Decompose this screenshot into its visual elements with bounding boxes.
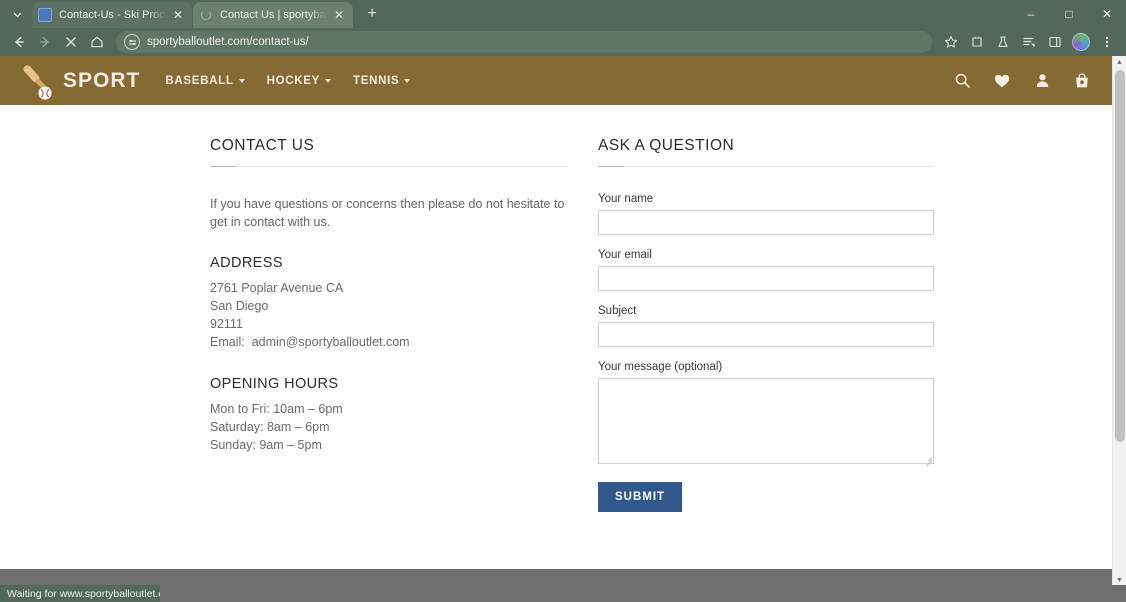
profile-avatar[interactable] — [1068, 29, 1094, 55]
scroll-up-arrow-icon[interactable]: ▲ — [1113, 56, 1126, 69]
tab-contact-us-sportyballoutlet[interactable]: Contact Us | sportyballoutlet.co ✕ — [193, 2, 353, 28]
tune-icon[interactable] — [124, 34, 140, 50]
reading-list-icon[interactable] — [1016, 29, 1042, 55]
email-line: Email: admin@sportyballoutlet.com — [210, 334, 568, 352]
submit-button[interactable]: SUBMIT — [598, 482, 683, 512]
contact-form: Your name Your email Subject Your messag… — [598, 193, 934, 512]
contact-info-column: CONTACT US If you have questions or conc… — [210, 137, 568, 512]
subject-field-label: Subject — [598, 305, 637, 317]
name-input[interactable] — [598, 210, 934, 235]
field-group-message: Your message (optional) — [598, 361, 934, 467]
browser-toolbar: sportyballoutlet.com/contact-us/ — [0, 28, 1126, 56]
search-icon[interactable] — [948, 67, 976, 95]
maximize-button[interactable]: □ — [1050, 0, 1088, 28]
title-divider — [210, 166, 568, 167]
field-group-subject: Subject — [598, 305, 934, 347]
url-text: sportyballoutlet.com/contact-us/ — [147, 36, 309, 48]
window-controls: – □ ✕ — [1012, 0, 1126, 28]
bookmark-star-icon[interactable] — [938, 29, 964, 55]
scrollbar-thumb[interactable] — [1115, 70, 1125, 442]
page-content: CONTACT US If you have questions or conc… — [0, 105, 1112, 512]
email-label: Email: — [210, 334, 245, 349]
opening-hours-heading: OPENING HOURS — [210, 375, 339, 392]
message-field-label: Your message (optional) — [598, 361, 723, 373]
subject-input[interactable] — [598, 322, 934, 347]
nav-item-tennis[interactable]: TENNIS — [352, 74, 411, 87]
back-button[interactable] — [6, 29, 32, 55]
ask-a-question-column: ASK A QUESTION Your name Your email Subj… — [598, 137, 934, 512]
shopping-bag-icon[interactable] — [1068, 67, 1096, 95]
stop-loading-button[interactable] — [58, 29, 84, 55]
nav-item-label: TENNIS — [352, 74, 400, 87]
intro-text: If you have questions or concerns then p… — [210, 197, 565, 230]
site-header: SPORT BASEBALL HOCKEY TENNIS — [0, 56, 1112, 105]
page-title: CONTACT US — [210, 137, 315, 154]
address-line: 2761 Poplar Avenue CA — [210, 281, 344, 296]
nav-item-label: HOCKEY — [266, 74, 320, 87]
form-title-divider — [598, 166, 934, 167]
address-heading: ADDRESS — [210, 255, 283, 272]
address-line: 92111 — [210, 317, 243, 331]
close-window-button[interactable]: ✕ — [1088, 0, 1126, 28]
email-input[interactable] — [598, 266, 934, 291]
forward-button[interactable] — [32, 29, 58, 55]
chevron-down-icon — [324, 78, 331, 83]
site-logo[interactable]: SPORT — [14, 58, 140, 104]
nav-item-label: BASEBALL — [165, 74, 234, 87]
tab-title: Contact Us | sportyballoutlet.co — [220, 9, 327, 21]
tab-search-chevron-down-icon[interactable] — [4, 1, 30, 27]
email-field-label: Your email — [598, 249, 652, 261]
nav-item-hockey[interactable]: HOCKEY — [267, 75, 331, 87]
tab-contact-us-ski-products[interactable]: Contact-Us - Ski Products With ✕ — [32, 2, 192, 28]
chevron-down-icon — [238, 78, 245, 83]
new-tab-button[interactable]: + — [359, 1, 385, 27]
name-field-label: Your name — [598, 193, 654, 205]
tab-title: Contact-Us - Ski Products With — [59, 9, 166, 21]
account-person-icon[interactable] — [1028, 67, 1056, 95]
minimize-button[interactable]: – — [1012, 0, 1050, 28]
flask-icon[interactable] — [990, 29, 1016, 55]
tab-close-icon[interactable]: ✕ — [331, 7, 347, 23]
baseball-bat-and-ball-icon — [14, 58, 60, 104]
wishlist-heart-icon[interactable] — [988, 67, 1016, 95]
address-bar[interactable]: sportyballoutlet.com/contact-us/ — [116, 31, 932, 53]
address-line: San Diego — [210, 299, 269, 314]
field-group-name: Your name — [598, 193, 934, 235]
page-viewport: SPORT BASEBALL HOCKEY TENNIS CONTACT US … — [0, 56, 1126, 587]
email-value[interactable]: admin@sportyballoutlet.com — [252, 335, 410, 349]
extensions-icon[interactable] — [964, 29, 990, 55]
brand-name: SPORT — [63, 68, 141, 92]
page-scrollbar[interactable]: ▲ ▼ — [1112, 56, 1126, 587]
message-textarea[interactable] — [598, 378, 934, 464]
browser-window: Contact-Us - Ski Products With ✕ Contact… — [0, 0, 1126, 602]
tab-strip: Contact-Us - Ski Products With ✕ Contact… — [0, 0, 1126, 28]
loading-spinner-icon — [199, 8, 213, 22]
three-dot-menu-icon[interactable] — [1094, 29, 1120, 55]
hours-line: Sunday: 9am – 5pm — [210, 437, 322, 452]
form-title: ASK A QUESTION — [598, 137, 735, 154]
field-group-email: Your email — [598, 249, 934, 291]
hours-line: Saturday: 8am – 6pm — [210, 419, 330, 434]
globe-icon — [38, 8, 52, 22]
tab-close-icon[interactable]: ✕ — [170, 7, 186, 23]
header-icon-group — [936, 56, 1096, 105]
site-navigation: BASEBALL HOCKEY TENNIS — [165, 75, 432, 87]
hours-line: Mon to Fri: 10am – 6pm — [210, 401, 343, 416]
page-bottom-strip — [0, 585, 1126, 602]
status-bar: Waiting for www.sportyballoutlet.com... — [0, 585, 160, 602]
home-icon[interactable] — [84, 29, 110, 55]
side-panel-icon[interactable] — [1042, 29, 1068, 55]
nav-item-baseball[interactable]: BASEBALL — [165, 74, 245, 87]
chevron-down-icon — [404, 78, 411, 83]
web-page: SPORT BASEBALL HOCKEY TENNIS CONTACT US … — [0, 56, 1112, 587]
